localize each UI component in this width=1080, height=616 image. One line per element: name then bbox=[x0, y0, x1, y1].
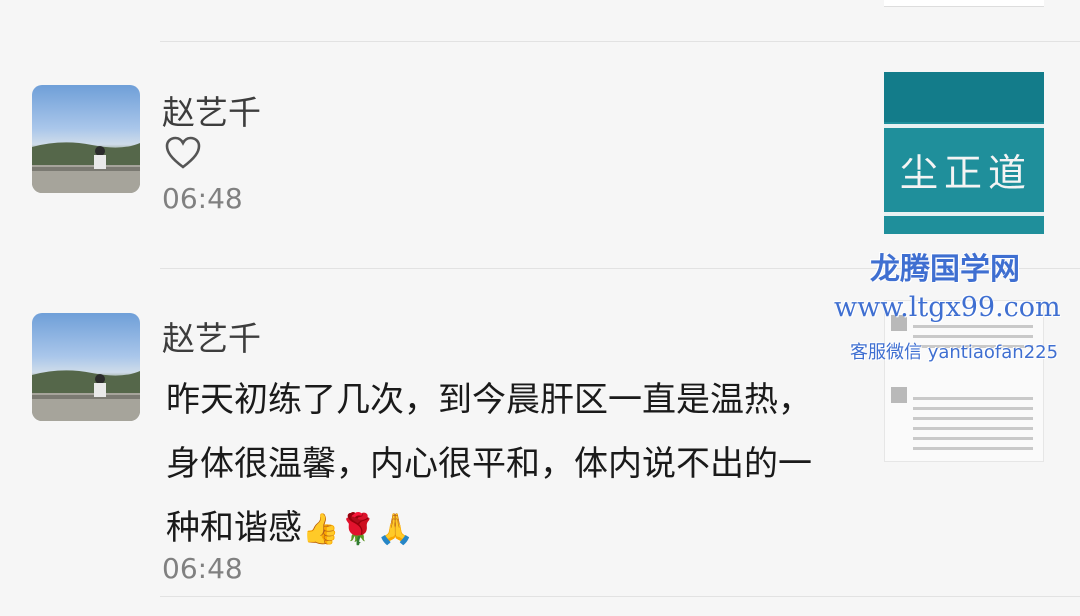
watermark-contact: 客服微信 yantiaofan225 bbox=[850, 342, 1059, 363]
doc-line bbox=[913, 407, 1033, 410]
timestamp: 06:48 bbox=[162, 182, 243, 215]
comment-text: 昨天初练了几次，到今晨肝区一直是温热， 身体很温馨，内心很平和，体内说不出的一 … bbox=[166, 368, 866, 562]
user-name[interactable]: 赵艺千 bbox=[162, 86, 261, 134]
post-thumbnail[interactable]: 尘正道 bbox=[884, 72, 1044, 234]
doc-line bbox=[913, 447, 1033, 450]
doc-line bbox=[913, 427, 1033, 430]
post-thumbnail[interactable] bbox=[884, 300, 1044, 462]
watermark-url: www.ltgx99.com bbox=[834, 292, 1061, 323]
comment-line: 身体很温馨，内心很平和，体内说不出的一 bbox=[166, 444, 812, 484]
doc-line bbox=[913, 325, 1033, 328]
comment-line: 种和谐感 bbox=[166, 508, 302, 548]
banner-line bbox=[884, 124, 1044, 128]
doc-line bbox=[913, 397, 1033, 400]
comment-line: 昨天初练了几次，到今晨肝区一直是温热， bbox=[166, 380, 812, 420]
watermark-title: 龙腾国学网 bbox=[870, 252, 1020, 287]
banner-band bbox=[884, 72, 1044, 122]
user-name[interactable]: 赵艺千 bbox=[162, 312, 261, 360]
doc-line bbox=[913, 417, 1033, 420]
doc-avatar bbox=[891, 387, 907, 403]
avatar[interactable] bbox=[32, 85, 140, 193]
divider bbox=[160, 596, 1080, 597]
timestamp: 06:48 bbox=[162, 552, 243, 585]
heart-icon bbox=[165, 136, 201, 169]
divider bbox=[160, 41, 1080, 42]
avatar[interactable] bbox=[32, 313, 140, 421]
emoji-sequence: 👍🌹🙏 bbox=[302, 512, 415, 547]
doc-line bbox=[913, 437, 1033, 440]
post-thumbnail-top[interactable] bbox=[884, 0, 1044, 7]
banner-text: 尘正道 bbox=[899, 151, 1032, 195]
banner-line bbox=[884, 212, 1044, 216]
